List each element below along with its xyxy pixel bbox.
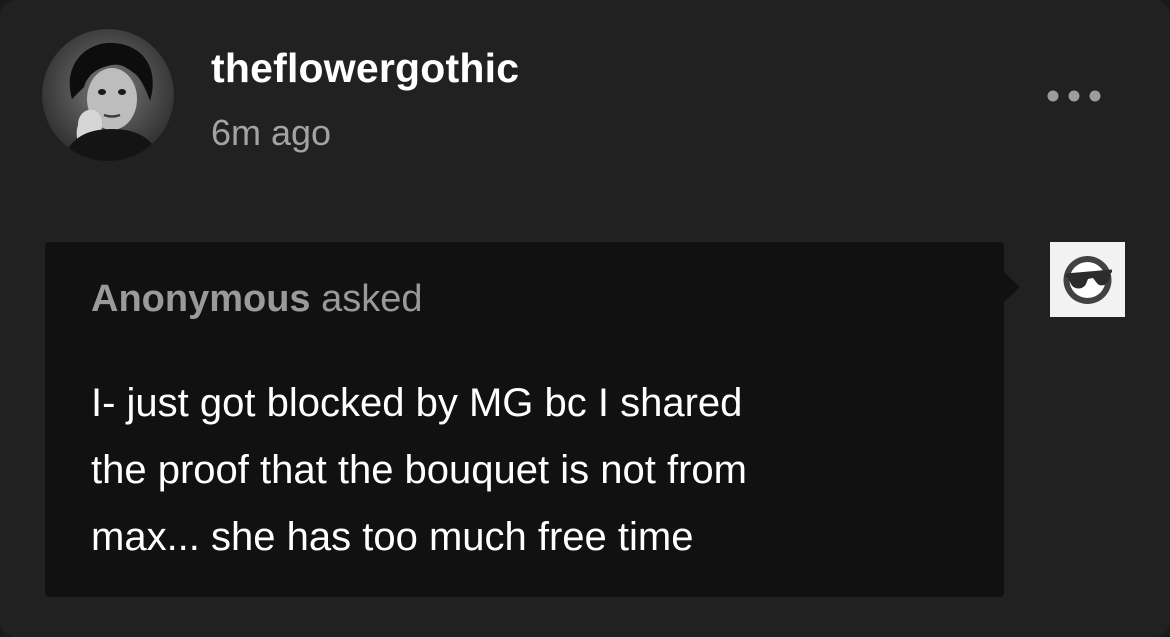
asker-verb: asked xyxy=(321,278,423,320)
avatar-photo xyxy=(42,29,174,161)
ask-pointer xyxy=(1003,271,1020,303)
ask-question: I- just got blocked by MG bc I shared th… xyxy=(91,381,747,559)
post-card: theflowergothic 6m ago Anonymous asked I… xyxy=(0,0,1170,637)
user-avatar[interactable] xyxy=(42,29,174,161)
ask-header: Anonymous asked xyxy=(91,276,423,322)
sunglasses-face-icon[interactable] xyxy=(1050,242,1125,317)
ellipsis-icon[interactable] xyxy=(1036,78,1112,114)
asker-name: Anonymous xyxy=(91,278,311,320)
post-username[interactable]: theflowergothic xyxy=(211,44,519,92)
post-timestamp: 6m ago xyxy=(211,112,332,153)
